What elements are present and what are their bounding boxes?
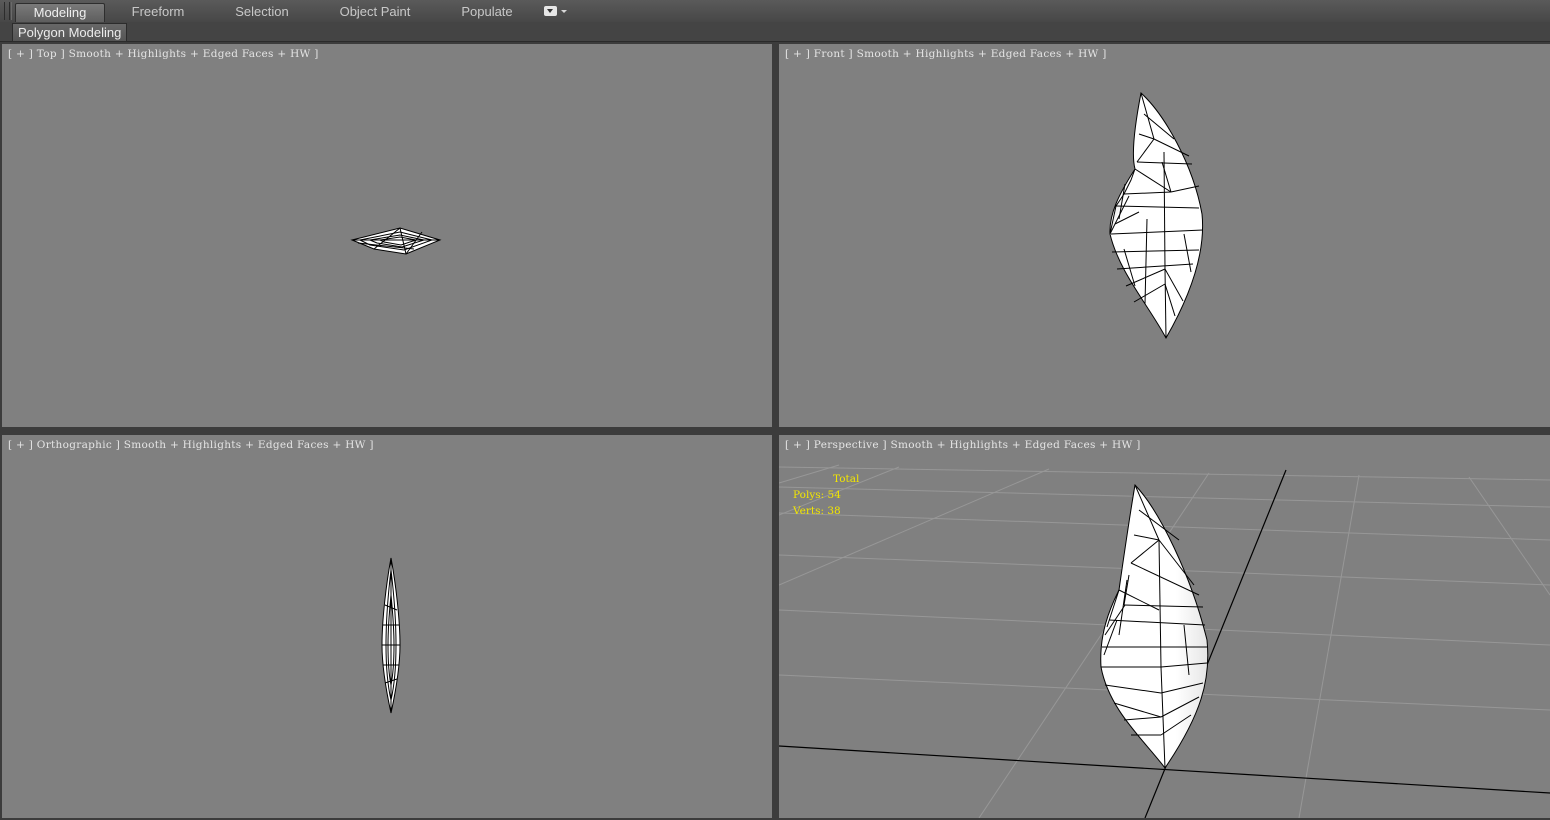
chevron-down-icon — [561, 10, 567, 13]
front-view-mesh — [1109, 92, 1204, 340]
tab-polygon-modeling[interactable]: Polygon Modeling — [12, 23, 128, 42]
dropdown-arrow-icon — [544, 6, 557, 16]
tab-modeling[interactable]: Modeling — [15, 3, 105, 22]
ribbon-subpanel-bar: Polygon Modeling — [0, 22, 1550, 42]
orthographic-view-mesh — [381, 557, 401, 714]
viewport-perspective[interactable]: [ + ] Perspective ] Smooth + Highlights … — [779, 435, 1550, 818]
stats-verts-value: 38 — [827, 505, 841, 517]
stats-verts-label: Verts: — [793, 505, 824, 517]
viewport-orthographic[interactable]: [ + ] Orthographic ] Smooth + Highlights… — [2, 435, 772, 818]
stats-polys: Polys: 54 — [793, 487, 859, 503]
tab-populate[interactable]: Populate — [450, 3, 524, 21]
tab-freeform[interactable]: Freeform — [118, 3, 198, 21]
ribbon-grip-handle-secondary[interactable] — [9, 2, 13, 20]
tab-object-paint[interactable]: Object Paint — [330, 3, 420, 21]
ribbon-bar: Modeling Freeform Selection Object Paint… — [0, 0, 1550, 23]
ribbon-options-dropdown[interactable] — [544, 6, 568, 18]
stats-total-label: Total — [833, 473, 860, 485]
perspective-view-mesh — [779, 464, 1550, 818]
viewport-front[interactable]: [ + ] Front ] Smooth + Highlights + Edge… — [779, 44, 1550, 427]
viewport-top[interactable]: [ + ] Top ] Smooth + Highlights + Edged … — [2, 44, 772, 427]
viewport-label-perspective[interactable]: [ + ] Perspective ] Smooth + Highlights … — [785, 439, 1141, 451]
top-view-mesh — [350, 227, 442, 255]
viewport-label-front[interactable]: [ + ] Front ] Smooth + Highlights + Edge… — [785, 48, 1107, 60]
viewport-label-orthographic[interactable]: [ + ] Orthographic ] Smooth + Highlights… — [8, 439, 374, 451]
tab-selection[interactable]: Selection — [222, 3, 302, 21]
stats-polys-label: Polys: — [793, 489, 825, 501]
stats-polys-value: 54 — [827, 489, 841, 501]
stats-verts: Verts: 38 — [793, 503, 859, 519]
viewport-label-top[interactable]: [ + ] Top ] Smooth + Highlights + Edged … — [8, 48, 319, 60]
scene-statistics: Total Polys: 54 Verts: 38 — [793, 471, 859, 519]
